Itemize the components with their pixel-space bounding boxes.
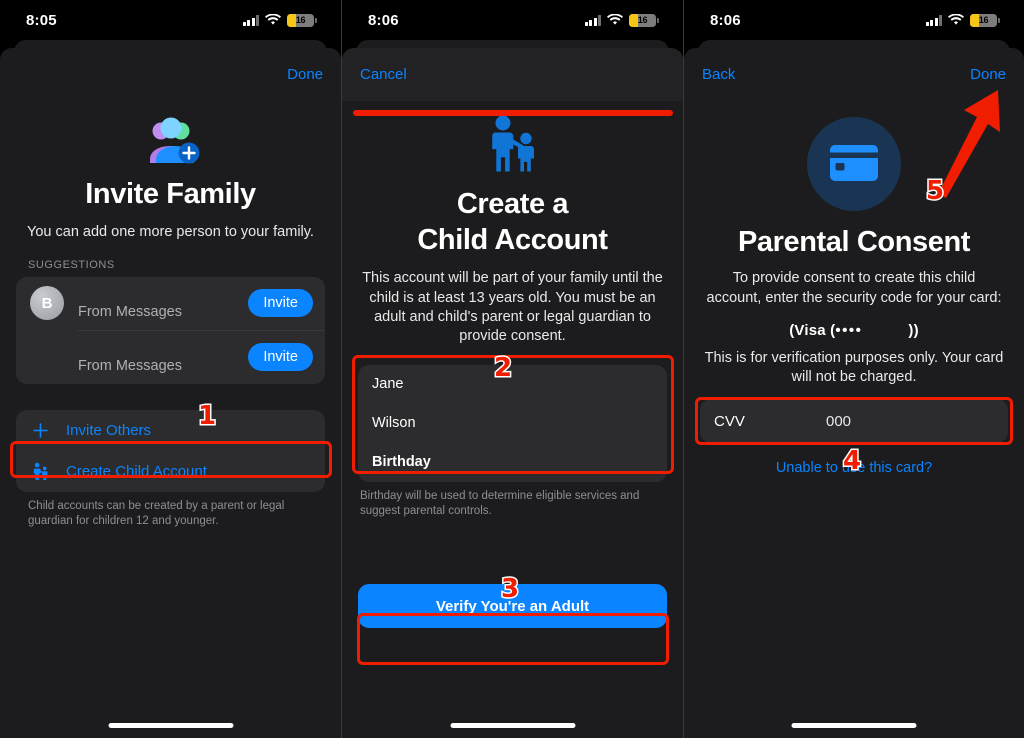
first-name-value: Jane (372, 376, 404, 393)
actions-card: Invite Others Create Child Account (16, 409, 325, 492)
sheet-navbar: Done (0, 48, 341, 101)
battery-icon: 16 (629, 13, 656, 27)
cvv-input[interactable]: 000 (826, 413, 851, 430)
page-subtitle: You can add one more person to your fami… (27, 224, 314, 241)
step-badge-5: 5 (924, 176, 945, 206)
list-item[interactable]: B From Messages Invite (16, 277, 325, 330)
page-title: Parental Consent (737, 226, 971, 258)
invite-others-row[interactable]: Invite Others (16, 410, 325, 451)
back-button[interactable]: Back (700, 64, 737, 85)
status-indicators: 16 (925, 13, 1000, 27)
create-child-account-sheet: Cancel Create a Child Account This accou… (342, 48, 683, 738)
birthday-field[interactable]: Birthday (358, 443, 667, 482)
invite-others-label: Invite Others (66, 421, 152, 439)
suggestion-source-label: From Messages (78, 357, 182, 374)
home-indicator (791, 723, 917, 728)
suggestions-card: B From Messages Invite From Messages Inv… (16, 276, 325, 384)
invite-family-sheet: Done Invite Family You can add one more … (0, 48, 341, 738)
child-account-icon (30, 462, 50, 481)
battery-icon: 16 (970, 13, 997, 27)
sheet-navbar: Back Done (684, 48, 1024, 101)
status-bar: 8:06 16 (684, 0, 1024, 40)
family-add-icon (16, 115, 325, 165)
done-button[interactable]: Done (968, 64, 1008, 85)
sheet-content: Create a Child Account This account will… (342, 115, 683, 519)
credit-card-icon (700, 115, 1008, 213)
cellular-signal-icon (925, 14, 942, 26)
last-name-value: Wilson (372, 415, 416, 432)
battery-percent: 16 (637, 15, 648, 25)
list-item[interactable]: From Messages Invite (16, 331, 325, 384)
child-details-form: Jane Wilson Birthday (358, 364, 667, 482)
battery-icon: 16 (287, 13, 314, 27)
cvv-field-row[interactable]: CVV 000 (700, 399, 1008, 444)
page-subtitle: To provide consent to create this child … (706, 270, 1002, 306)
invite-button[interactable]: Invite (248, 343, 313, 371)
card-number-dots: •••• (835, 321, 863, 339)
phone-panel-parental-consent: 8:06 16 Back Done Parental Consent To pr… (683, 0, 1024, 738)
cellular-signal-icon (584, 14, 601, 26)
plus-icon (30, 422, 50, 438)
cvv-label: CVV (714, 412, 745, 430)
sheet-content: Invite Family You can add one more perso… (0, 115, 341, 529)
step-badge-2: 2 (492, 353, 513, 383)
status-bar: 8:05 16 (0, 0, 341, 40)
home-indicator (450, 723, 575, 728)
child-account-footnote: Child accounts can be created by a paren… (28, 499, 285, 527)
invite-button[interactable]: Invite (248, 289, 313, 317)
wifi-icon (607, 14, 623, 26)
battery-percent: 16 (978, 15, 989, 25)
wifi-icon (265, 14, 281, 26)
birthday-footnote: Birthday will be used to determine eligi… (360, 489, 640, 517)
create-child-account-row[interactable]: Create Child Account (16, 451, 325, 492)
step-badge-4: 4 (841, 446, 862, 476)
cellular-signal-icon (242, 14, 259, 26)
step-badge-1: 1 (196, 401, 217, 431)
battery-percent: 16 (295, 15, 306, 25)
page-title-line1: Create a (456, 188, 569, 220)
avatar (30, 340, 64, 374)
status-time: 8:06 (368, 11, 399, 29)
phone-panel-invite-family: 8:05 16 Done Invite Family You can add o… (0, 0, 341, 738)
sheet-navbar: Cancel (342, 48, 683, 101)
parental-consent-sheet: Back Done Parental Consent To provide co… (684, 48, 1024, 738)
create-child-account-label: Create Child Account (66, 462, 207, 480)
avatar: B (30, 286, 64, 320)
wifi-icon (948, 14, 964, 26)
birthday-value: Birthday (372, 454, 431, 471)
done-button[interactable]: Done (285, 64, 325, 85)
parent-child-icon (358, 115, 667, 173)
status-bar: 8:06 16 (342, 0, 683, 40)
sheet-content: Parental Consent To provide consent to c… (684, 115, 1024, 476)
page-subtitle: This account will be part of your family… (362, 270, 663, 345)
status-time: 8:06 (710, 11, 741, 29)
status-time: 8:05 (26, 11, 57, 29)
card-brand-prefix: (Visa ( (789, 321, 836, 339)
card-brand-suffix: )) (908, 321, 919, 339)
card-brand-label: (Visa (••••)) (700, 322, 1008, 339)
last-name-field[interactable]: Wilson (358, 404, 667, 443)
status-indicators: 16 (242, 13, 317, 27)
cancel-button[interactable]: Cancel (358, 64, 409, 85)
status-indicators: 16 (584, 13, 659, 27)
page-title: Invite Family (85, 178, 256, 210)
step-badge-3: 3 (499, 574, 520, 604)
page-title-line2: Child Account (417, 224, 608, 257)
home-indicator (108, 723, 233, 728)
charge-disclaimer: This is for verification purposes only. … (704, 349, 1004, 386)
suggestions-section-label: SUGGESTIONS (28, 258, 115, 271)
phone-panel-create-child-account: 8:06 16 Cancel Create a Child Account Th… (341, 0, 683, 738)
first-name-field[interactable]: Jane (358, 365, 667, 404)
screenshot-stage: 8:05 16 Done Invite Family You can add o… (0, 0, 1024, 738)
suggestion-source-label: From Messages (78, 303, 182, 320)
